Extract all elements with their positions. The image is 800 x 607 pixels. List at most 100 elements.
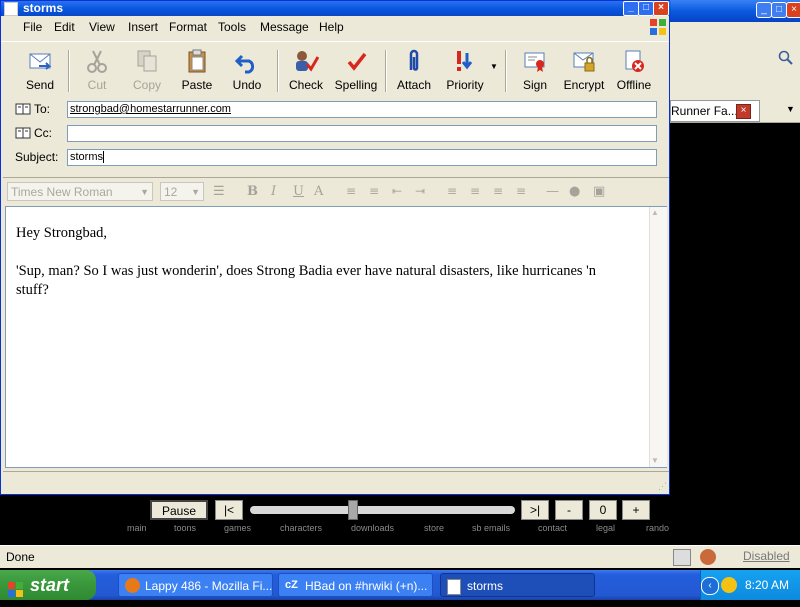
nav-store[interactable]: store [424, 523, 444, 533]
address-book-icon[interactable] [15, 127, 31, 142]
nav-contact[interactable]: contact [538, 523, 567, 533]
nav-games[interactable]: games [224, 523, 251, 533]
search-icon[interactable] [778, 50, 794, 66]
undo-button[interactable]: Undo [223, 48, 271, 96]
nav-legal[interactable]: legal [596, 523, 615, 533]
menu-file[interactable]: File [23, 20, 42, 34]
pause-button[interactable]: Pause [150, 500, 208, 520]
to-field[interactable]: strongbad@homestarrunner.com [67, 101, 657, 118]
close-icon[interactable]: × [653, 1, 669, 16]
volume-up-button[interactable]: + [622, 500, 650, 520]
message-scrollbar[interactable]: ▲ ▼ [649, 207, 667, 467]
message-greeting: Hey Strongbad, [16, 225, 108, 241]
attach-label: Attach [396, 78, 432, 92]
cut-button[interactable]: Cut [73, 48, 121, 96]
maximize-icon[interactable]: □ [638, 1, 654, 16]
italic-icon[interactable]: I [271, 184, 276, 199]
minimize-icon[interactable]: _ [756, 2, 772, 18]
windows-logo-icon [8, 577, 24, 597]
extension-icon[interactable] [700, 549, 716, 565]
spelling-button[interactable]: Spelling [332, 48, 380, 96]
taskbar-item-chatzilla[interactable]: cZ HBad on #hrwiki (+n)... [278, 573, 433, 597]
underline-icon[interactable]: U [293, 184, 304, 199]
font-select[interactable]: Times New Roman ▼ [7, 182, 153, 201]
menu-tools[interactable]: Tools [218, 20, 246, 34]
certificate-icon [522, 48, 548, 74]
page-info-icon[interactable] [673, 549, 691, 566]
align-left-icon[interactable]: ≡ [447, 184, 457, 198]
taskbar-item-firefox[interactable]: Lappy 486 - Mozilla Fi... [118, 573, 273, 597]
resize-grip-icon[interactable]: ⋰ [658, 481, 667, 492]
start-button[interactable]: start [0, 570, 96, 600]
offline-button[interactable]: Offline [610, 48, 658, 96]
copy-button[interactable]: Copy [123, 48, 171, 96]
nav-rando[interactable]: rando [646, 523, 669, 533]
justify-icon[interactable]: ≡ [516, 184, 526, 198]
insert-picture-icon[interactable]: ▣ [593, 184, 605, 199]
next-button[interactable]: >| [521, 500, 549, 520]
minus-label: - [567, 503, 571, 517]
minimize-icon[interactable]: _ [623, 1, 639, 16]
disabled-status-label[interactable]: Disabled [743, 549, 790, 563]
nav-main[interactable]: main [127, 523, 147, 533]
seek-track[interactable] [250, 506, 515, 514]
encrypt-button[interactable]: Encrypt [560, 48, 608, 96]
nav-characters[interactable]: characters [280, 523, 322, 533]
to-field-value: strongbad@homestarrunner.com [70, 103, 231, 115]
scissors-icon [84, 48, 110, 74]
previous-button[interactable]: |< [215, 500, 243, 520]
nav-downloads[interactable]: downloads [351, 523, 394, 533]
cc-field[interactable] [67, 125, 657, 142]
tab-list-icon[interactable]: ▼ [786, 104, 795, 114]
message-body[interactable]: Hey Strongbad, 'Sup, man? So I was just … [5, 206, 667, 468]
menu-edit[interactable]: Edit [54, 20, 75, 34]
counter-display: 0 [589, 500, 617, 520]
scroll-down-icon[interactable]: ▼ [651, 456, 659, 465]
paste-button[interactable]: Paste [173, 48, 221, 96]
paragraph-style-icon[interactable]: ☰ [213, 184, 225, 199]
horizontal-line-icon[interactable]: — [546, 184, 559, 199]
nav-toons[interactable]: toons [174, 523, 196, 533]
scroll-up-icon[interactable]: ▲ [651, 208, 659, 217]
numbered-list-icon[interactable]: ≡ [346, 184, 356, 198]
align-right-icon[interactable]: ≡ [493, 184, 503, 198]
tray-app-icon[interactable] [721, 577, 737, 593]
seek-handle[interactable] [348, 500, 358, 520]
priority-dropdown-icon[interactable]: ▼ [490, 62, 498, 71]
taskbar-item-storms[interactable]: storms [440, 573, 595, 597]
nav-sb-emails[interactable]: sb emails [472, 523, 510, 533]
hyperlink-icon[interactable]: ● [569, 184, 580, 199]
sign-button[interactable]: Sign [511, 48, 559, 96]
tab-close-icon[interactable]: × [736, 104, 751, 119]
font-size-select[interactable]: 12 ▼ [160, 182, 204, 201]
message-text: 'Sup, man? So I was just wonderin', does… [16, 263, 597, 298]
priority-button[interactable]: Priority [441, 48, 489, 96]
send-icon [27, 48, 53, 74]
show-hidden-icons-icon[interactable]: ‹ [701, 577, 719, 595]
background-browser-titlebar: _ □ × [670, 0, 800, 22]
increase-indent-icon[interactable]: ⇥ [415, 184, 425, 198]
check-label: Check [288, 78, 323, 92]
send-button[interactable]: Send [16, 48, 64, 96]
subject-field[interactable]: storms [67, 149, 657, 166]
menu-format[interactable]: Format [169, 20, 207, 34]
address-book-icon[interactable] [15, 103, 31, 118]
align-center-icon[interactable]: ≡ [470, 184, 480, 198]
bold-icon[interactable]: B [247, 184, 258, 199]
menu-help[interactable]: Help [319, 20, 344, 34]
taskbar-item-label: storms [467, 579, 503, 593]
close-icon[interactable]: × [786, 2, 800, 18]
font-color-icon[interactable]: A [314, 184, 323, 199]
toolbar-divider [505, 50, 507, 92]
clock[interactable]: 8:20 AM [745, 578, 789, 592]
maximize-icon[interactable]: □ [771, 2, 787, 18]
menu-message[interactable]: Message [260, 20, 309, 34]
check-names-icon [293, 48, 320, 74]
decrease-indent-icon[interactable]: ⇤ [392, 184, 402, 198]
check-names-button[interactable]: Check [282, 48, 330, 96]
attach-button[interactable]: Attach [390, 48, 438, 96]
menu-view[interactable]: View [89, 20, 115, 34]
bullet-list-icon[interactable]: ≡ [369, 184, 379, 198]
volume-down-button[interactable]: - [555, 500, 583, 520]
menu-insert[interactable]: Insert [128, 20, 158, 34]
